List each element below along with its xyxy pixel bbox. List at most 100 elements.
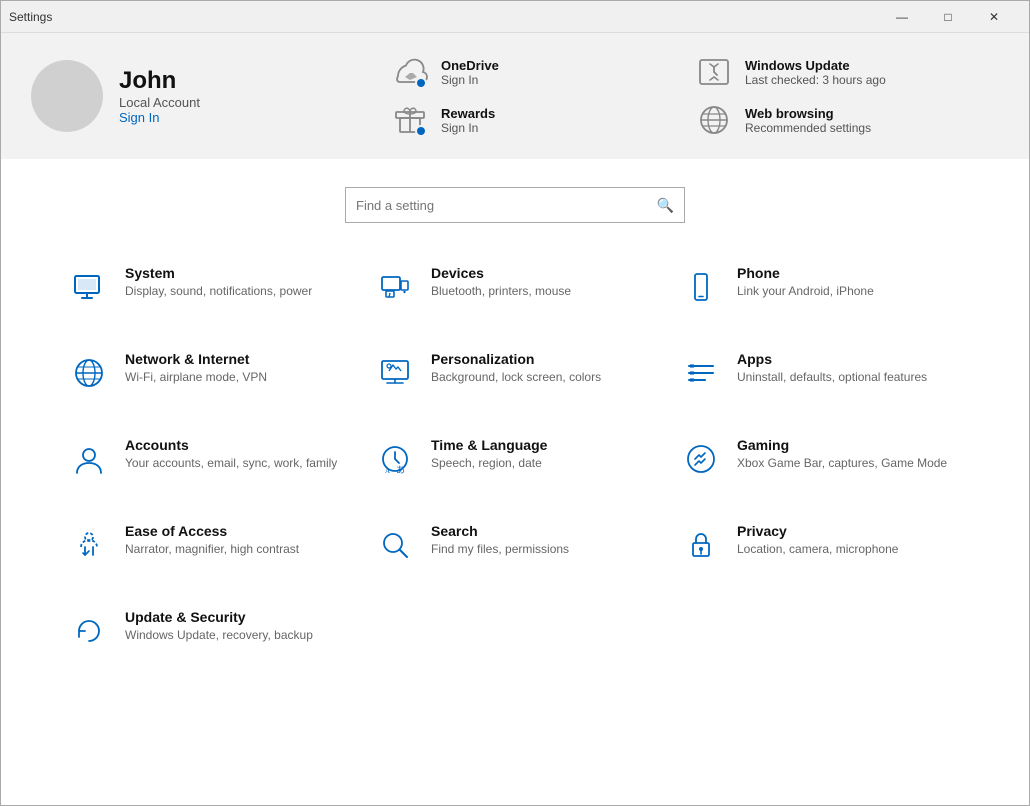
accounts-icon	[69, 439, 109, 479]
apps-desc: Uninstall, defaults, optional features	[737, 369, 927, 386]
devices-desc: Bluetooth, printers, mouse	[431, 283, 571, 300]
network-desc: Wi-Fi, airplane mode, VPN	[125, 369, 267, 386]
web-browsing-sub: Recommended settings	[745, 121, 871, 135]
gaming-desc: Xbox Game Bar, captures, Game Mode	[737, 455, 947, 472]
service-column-left: OneDrive Sign In Rewards Sig	[391, 53, 695, 139]
gaming-icon	[681, 439, 721, 479]
rewards-title: Rewards	[441, 106, 495, 121]
system-desc: Display, sound, notifications, power	[125, 283, 312, 300]
svg-text:A: A	[385, 467, 390, 475]
profile-account-type: Local Account	[119, 95, 200, 110]
web-browsing-text: Web browsing Recommended settings	[745, 106, 871, 135]
ease-text: Ease of Access Narrator, magnifier, high…	[125, 523, 299, 558]
profile-section: John Local Account Sign In	[31, 60, 331, 132]
setting-ease[interactable]: Ease of Access Narrator, magnifier, high…	[61, 511, 357, 577]
windows-update-text: Windows Update Last checked: 3 hours ago	[745, 58, 886, 87]
web-browsing-service[interactable]: Web browsing Recommended settings	[695, 101, 999, 139]
personalization-desc: Background, lock screen, colors	[431, 369, 601, 386]
search-setting-desc: Find my files, permissions	[431, 541, 569, 558]
settings-grid: System Display, sound, notifications, po…	[1, 243, 1029, 673]
onedrive-sub: Sign In	[441, 73, 499, 87]
devices-title: Devices	[431, 265, 571, 281]
update-icon	[69, 611, 109, 651]
time-icon: A あ	[375, 439, 415, 479]
onedrive-service[interactable]: OneDrive Sign In	[391, 53, 695, 91]
setting-search[interactable]: Search Find my files, permissions	[367, 511, 663, 577]
phone-text: Phone Link your Android, iPhone	[737, 265, 874, 300]
phone-icon	[681, 267, 721, 307]
personalization-title: Personalization	[431, 351, 601, 367]
setting-privacy[interactable]: Privacy Location, camera, microphone	[673, 511, 969, 577]
web-browsing-icon-wrap	[695, 101, 733, 139]
windows-update-sub: Last checked: 3 hours ago	[745, 73, 886, 87]
header-services: OneDrive Sign In Rewards Sig	[391, 53, 999, 139]
windows-update-title: Windows Update	[745, 58, 886, 73]
rewards-status-dot	[415, 125, 427, 137]
time-desc: Speech, region, date	[431, 455, 547, 472]
time-title: Time & Language	[431, 437, 547, 453]
rewards-icon-wrap	[391, 101, 429, 139]
rewards-service[interactable]: Rewards Sign In	[391, 101, 695, 139]
maximize-button[interactable]: □	[925, 1, 971, 33]
search-input[interactable]	[356, 198, 657, 213]
apps-icon	[681, 353, 721, 393]
setting-gaming[interactable]: Gaming Xbox Game Bar, captures, Game Mod…	[673, 425, 969, 491]
windows-update-icon	[696, 54, 732, 90]
personalization-text: Personalization Background, lock screen,…	[431, 351, 601, 386]
phone-desc: Link your Android, iPhone	[737, 283, 874, 300]
time-text: Time & Language Speech, region, date	[431, 437, 547, 472]
avatar	[31, 60, 103, 132]
devices-icon	[375, 267, 415, 307]
search-section: 🔍	[1, 159, 1029, 243]
phone-title: Phone	[737, 265, 874, 281]
privacy-icon	[681, 525, 721, 565]
accounts-title: Accounts	[125, 437, 337, 453]
apps-title: Apps	[737, 351, 927, 367]
rewards-text: Rewards Sign In	[441, 106, 495, 135]
windows-update-icon-wrap	[695, 53, 733, 91]
privacy-title: Privacy	[737, 523, 898, 539]
setting-update[interactable]: Update & Security Windows Update, recove…	[61, 597, 357, 663]
app-title: Settings	[9, 10, 52, 24]
service-column-right: Windows Update Last checked: 3 hours ago	[695, 53, 999, 139]
update-desc: Windows Update, recovery, backup	[125, 627, 313, 644]
setting-personalization[interactable]: Personalization Background, lock screen,…	[367, 339, 663, 405]
setting-devices[interactable]: Devices Bluetooth, printers, mouse	[367, 253, 663, 319]
accounts-text: Accounts Your accounts, email, sync, wor…	[125, 437, 337, 472]
profile-signin-link[interactable]: Sign In	[119, 110, 200, 125]
setting-network[interactable]: Network & Internet Wi-Fi, airplane mode,…	[61, 339, 357, 405]
privacy-text: Privacy Location, camera, microphone	[737, 523, 898, 558]
search-icon: 🔍	[657, 197, 674, 214]
system-text: System Display, sound, notifications, po…	[125, 265, 312, 300]
close-button[interactable]: ✕	[971, 1, 1017, 33]
header: John Local Account Sign In OneDrive Sign…	[1, 33, 1029, 159]
profile-info: John Local Account Sign In	[119, 67, 200, 125]
system-icon	[69, 267, 109, 307]
network-text: Network & Internet Wi-Fi, airplane mode,…	[125, 351, 267, 386]
onedrive-text: OneDrive Sign In	[441, 58, 499, 87]
search-setting-icon	[375, 525, 415, 565]
setting-system[interactable]: System Display, sound, notifications, po…	[61, 253, 357, 319]
svg-text:あ: あ	[396, 465, 405, 475]
search-setting-text: Search Find my files, permissions	[431, 523, 569, 558]
apps-text: Apps Uninstall, defaults, optional featu…	[737, 351, 927, 386]
title-bar: Settings — □ ✕	[1, 1, 1029, 33]
setting-time[interactable]: A あ Time & Language Speech, region, date	[367, 425, 663, 491]
windows-update-service[interactable]: Windows Update Last checked: 3 hours ago	[695, 53, 999, 91]
devices-text: Devices Bluetooth, printers, mouse	[431, 265, 571, 300]
web-browsing-title: Web browsing	[745, 106, 871, 121]
minimize-button[interactable]: —	[879, 1, 925, 33]
setting-phone[interactable]: Phone Link your Android, iPhone	[673, 253, 969, 319]
onedrive-icon-wrap	[391, 53, 429, 91]
onedrive-title: OneDrive	[441, 58, 499, 73]
ease-desc: Narrator, magnifier, high contrast	[125, 541, 299, 558]
profile-name: John	[119, 67, 200, 95]
network-title: Network & Internet	[125, 351, 267, 367]
update-text: Update & Security Windows Update, recove…	[125, 609, 313, 644]
network-icon	[69, 353, 109, 393]
accounts-desc: Your accounts, email, sync, work, family	[125, 455, 337, 472]
update-title: Update & Security	[125, 609, 313, 625]
setting-apps[interactable]: Apps Uninstall, defaults, optional featu…	[673, 339, 969, 405]
gaming-text: Gaming Xbox Game Bar, captures, Game Mod…	[737, 437, 947, 472]
setting-accounts[interactable]: Accounts Your accounts, email, sync, wor…	[61, 425, 357, 491]
